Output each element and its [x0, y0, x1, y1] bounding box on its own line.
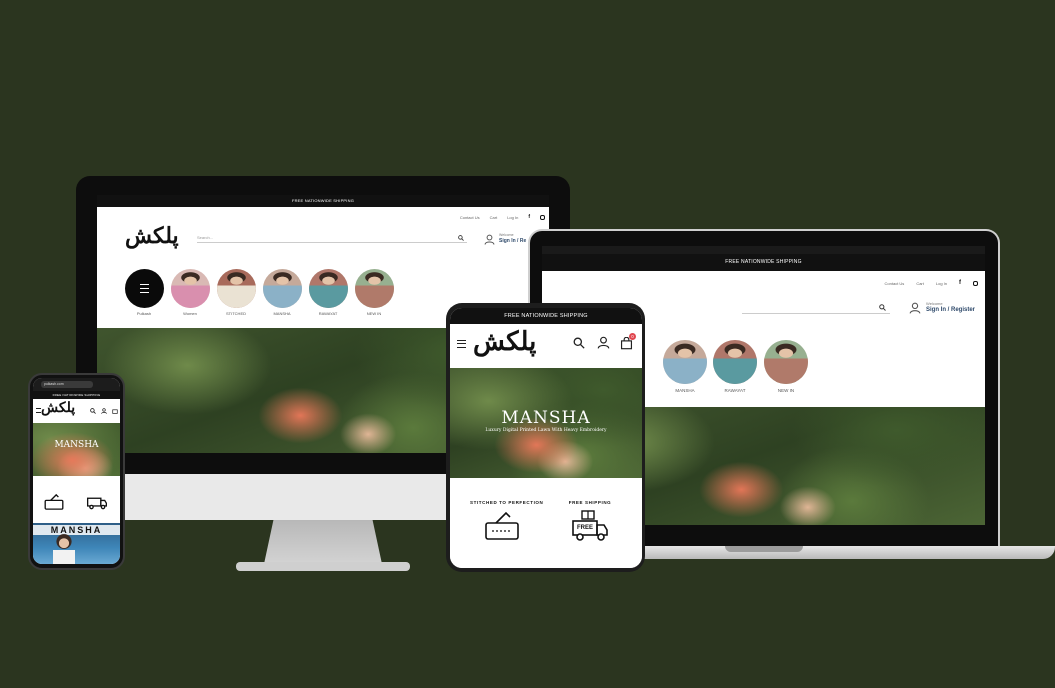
site-logo[interactable]: پلکش	[473, 329, 536, 355]
cart-count-badge: 0	[629, 333, 636, 340]
category-stitched[interactable]	[217, 269, 256, 308]
browser-address-bar: pulkash.com	[33, 378, 120, 391]
laptop-notch	[725, 546, 803, 552]
browser-chrome	[542, 246, 985, 254]
category-label: NEW IN	[777, 388, 795, 393]
search-input[interactable]: Search...	[197, 233, 467, 243]
category-new-in[interactable]	[764, 340, 808, 384]
site-logo[interactable]: پلکش	[41, 401, 75, 415]
features-section	[33, 476, 120, 523]
top-nav: Contact Us Cart Log In f	[885, 280, 978, 286]
user-icon[interactable]	[484, 234, 495, 245]
desktop-monitor-stand	[264, 520, 382, 564]
welcome-text: Welcome	[926, 301, 943, 306]
shipping-banner: FREE NATIONWIDE SHIPPING	[542, 254, 985, 271]
search-icon[interactable]	[458, 235, 464, 241]
category-rawayat[interactable]	[309, 269, 348, 308]
sign-in-link[interactable]: Sign In / Register	[926, 307, 975, 313]
site-logo[interactable]: پلکش	[125, 225, 179, 247]
browser-url[interactable]: pulkash.com	[41, 381, 93, 388]
instagram-icon[interactable]	[540, 214, 545, 220]
phone-website-screen: pulkash.com FREE NATIONWIDE SHIPPING پلک…	[33, 378, 120, 564]
hero-banner: MANSHA	[33, 423, 120, 476]
hero-banner: MANSHA Luxury Digital Printed Lawn With …	[450, 368, 642, 478]
sign-in-link[interactable]: Sign In / Re	[499, 238, 526, 244]
login-link[interactable]: Log In	[936, 281, 947, 286]
site-header: پلکش	[33, 399, 120, 423]
search-icon[interactable]	[573, 337, 585, 349]
facebook-icon[interactable]: f	[959, 280, 961, 286]
promo-title: MANSHA	[33, 525, 120, 535]
shipping-banner: FREE NATIONWIDE SHIPPING	[450, 308, 642, 324]
search-placeholder: Search...	[197, 235, 214, 240]
category-rawayat[interactable]	[713, 340, 757, 384]
cart-link[interactable]: Cart	[916, 281, 924, 286]
welcome-text: Welcome	[499, 233, 514, 237]
promo-banner[interactable]: MANSHA	[33, 523, 120, 564]
stitched-feature-label: STITCHED TO PERFECTION	[470, 500, 544, 505]
user-icon[interactable]	[101, 408, 107, 414]
category-menu-button[interactable]	[125, 269, 164, 308]
stitched-feature: STITCHED TO PERFECTION	[470, 500, 544, 541]
menu-icon[interactable]	[457, 340, 466, 348]
facebook-icon[interactable]: f	[528, 214, 530, 220]
user-icon[interactable]	[597, 336, 610, 349]
login-link[interactable]: Log In	[507, 215, 518, 220]
top-nav: Contact Us Cart Log In f	[460, 214, 545, 220]
sewing-machine-icon	[485, 511, 519, 540]
category-mansha[interactable]	[263, 269, 302, 308]
menu-icon	[140, 284, 149, 293]
tablet-website-screen: FREE NATIONWIDE SHIPPING پلکش 0 MANSHA L…	[450, 308, 642, 568]
hero-title: MANSHA	[54, 440, 99, 450]
search-input[interactable]	[742, 302, 890, 314]
hero-subtitle: Luxury Digital Printed Lawn With Heavy E…	[485, 428, 607, 433]
features-section: STITCHED TO PERFECTION FREE SHIPPING FRE…	[450, 478, 642, 568]
search-icon[interactable]	[879, 304, 886, 311]
cart-link[interactable]: Cart	[490, 215, 498, 220]
free-badge-text: FREE	[577, 525, 594, 531]
search-icon[interactable]	[90, 408, 96, 414]
category-new-in[interactable]	[355, 269, 394, 308]
category-women[interactable]	[171, 269, 210, 308]
logo-text: پلکش	[125, 223, 179, 249]
shipping-banner: FREE NATIONWIDE SHIPPING	[33, 391, 120, 399]
site-header: پلکش 0	[450, 324, 642, 368]
instagram-icon[interactable]	[973, 280, 978, 286]
free-shipping-label: FREE SHIPPING	[568, 500, 612, 505]
hero-title: MANSHA	[501, 408, 591, 428]
category-label: NEW IN	[366, 311, 382, 316]
promo-model	[53, 533, 75, 564]
free-shipping-feature: FREE SHIPPING FREE	[558, 500, 622, 543]
delivery-truck-icon	[86, 497, 108, 510]
contact-link[interactable]: Contact Us	[460, 215, 480, 220]
desktop-monitor-base	[236, 562, 410, 571]
cart-icon[interactable]	[112, 408, 118, 414]
contact-link[interactable]: Contact Us	[885, 281, 905, 286]
logo-text: پلکش	[41, 400, 76, 416]
logo-text: پلکش	[473, 327, 537, 357]
sewing-machine-icon	[44, 493, 64, 510]
user-icon[interactable]	[909, 302, 921, 314]
shipping-banner: FREE NATIONWIDE SHIPPING	[97, 195, 549, 207]
category-mansha[interactable]	[663, 340, 707, 384]
